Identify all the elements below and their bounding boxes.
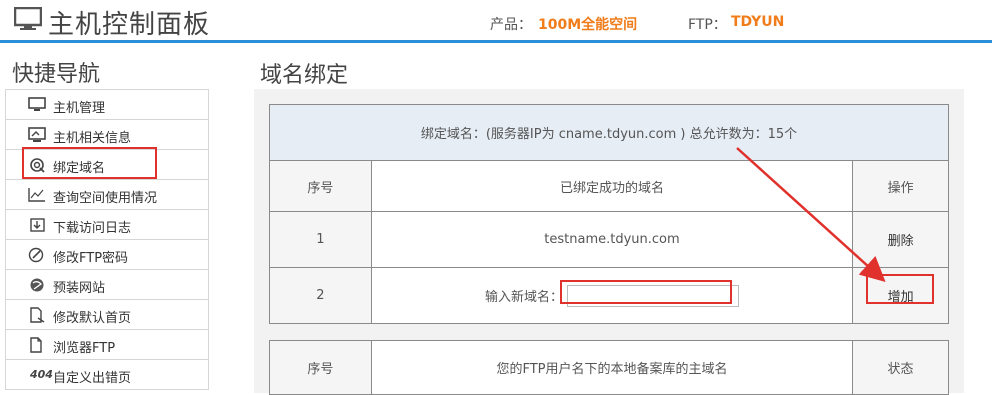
sidebar-item-edit-homepage[interactable]: 修改默认首页	[6, 300, 208, 330]
header: 主机控制面板 产品： 100M全能空间 FTP： TDYUN	[0, 0, 992, 42]
bound-domain: testname.tdyun.com	[370, 211, 854, 268]
page-title: 域名绑定	[260, 63, 349, 88]
column-header-index: 序号	[269, 340, 372, 395]
sidebar-item-label: 修改FTP密码	[53, 251, 129, 266]
edit-homepage-icon	[30, 307, 45, 323]
sidebar-item-host-management[interactable]: 主机管理	[6, 90, 208, 120]
monitor-icon	[28, 97, 46, 111]
download-log-icon	[30, 218, 45, 232]
domain-bind-table: 绑定域名：(服务器IP为 cname.tdyun.com ) 总允许数为：15个…	[269, 104, 949, 324]
table-row: 1 testname.tdyun.com 删除	[269, 211, 949, 268]
sidebar-item-label: 修改默认首页	[53, 311, 132, 326]
add-domain-button[interactable]: 增加	[888, 286, 914, 305]
sidebar-item-space-usage[interactable]: 查询空间使用情况	[6, 180, 208, 210]
error-page-icon: 404	[30, 368, 53, 381]
sidebar-item-host-info[interactable]: 主机相关信息	[6, 120, 208, 150]
row-index: 1	[269, 211, 372, 268]
sidebar-item-label: 自定义出错页	[53, 371, 132, 386]
ftp-label: FTP：	[688, 17, 727, 33]
sidebar-item-custom-error-page[interactable]: 404 自定义出错页	[6, 360, 208, 390]
sidebar-item-label: 主机管理	[53, 101, 106, 116]
column-header-domain: 已绑定成功的域名	[370, 160, 854, 212]
column-header-action: 操作	[852, 160, 949, 212]
product-label: 产品：	[490, 17, 532, 33]
sidebar-item-label: 浏览器FTP	[53, 341, 116, 356]
local-domain-table: 序号 您的FTP用户名下的本地备案库的主域名 状态	[269, 340, 949, 395]
sidebar-item-label: 预装网站	[53, 281, 106, 296]
sidebar-item-download-log[interactable]: 下载访问日志	[6, 210, 208, 240]
sidebar-item-label: 下载访问日志	[53, 221, 132, 236]
ftp-value: TDYUN	[731, 14, 785, 30]
sidebar-item-label: 绑定域名	[53, 161, 106, 176]
new-domain-label: 输入新域名：	[484, 290, 563, 305]
monitor-logo-icon	[14, 7, 42, 30]
delete-button[interactable]: 删除	[888, 234, 914, 249]
sidebar-item-change-ftp-password[interactable]: 修改FTP密码	[6, 240, 208, 270]
header-accent-bar	[0, 40, 992, 43]
sidebar-item-label: 查询空间使用情况	[53, 191, 158, 206]
domain-bind-icon	[30, 158, 45, 173]
preinstall-site-icon	[30, 278, 44, 292]
usage-chart-icon	[28, 188, 45, 202]
column-header-local-domain: 您的FTP用户名下的本地备案库的主域名	[370, 340, 854, 395]
sidebar-item-browser-ftp[interactable]: 浏览器FTP	[6, 330, 208, 360]
edit-password-icon	[28, 247, 44, 263]
row-index: 2	[269, 267, 372, 324]
column-header-index: 序号	[269, 160, 372, 212]
bind-info-text: 绑定域名：(服务器IP为 cname.tdyun.com ) 总允许数为：15个	[269, 104, 949, 161]
sidebar-title: 快捷导航	[12, 62, 101, 87]
table-row-new: 2 输入新域名： 增加	[269, 267, 949, 324]
new-domain-input[interactable]	[566, 284, 739, 307]
column-header-status: 状态	[852, 340, 949, 395]
browser-ftp-icon	[30, 337, 42, 353]
sidebar-nav: 主机管理 主机相关信息 绑定域名 查询空间使用情况 下载访问日志 修改FTP密码…	[5, 89, 209, 390]
sidebar-item-bind-domain[interactable]: 绑定域名	[6, 150, 208, 180]
sidebar-item-label: 主机相关信息	[53, 131, 132, 146]
product-value: 100M全能空间	[538, 17, 638, 33]
sidebar-item-preinstall-site[interactable]: 预装网站	[6, 270, 208, 300]
screen-info-icon	[28, 127, 46, 142]
app-title: 主机控制面板	[48, 10, 211, 40]
